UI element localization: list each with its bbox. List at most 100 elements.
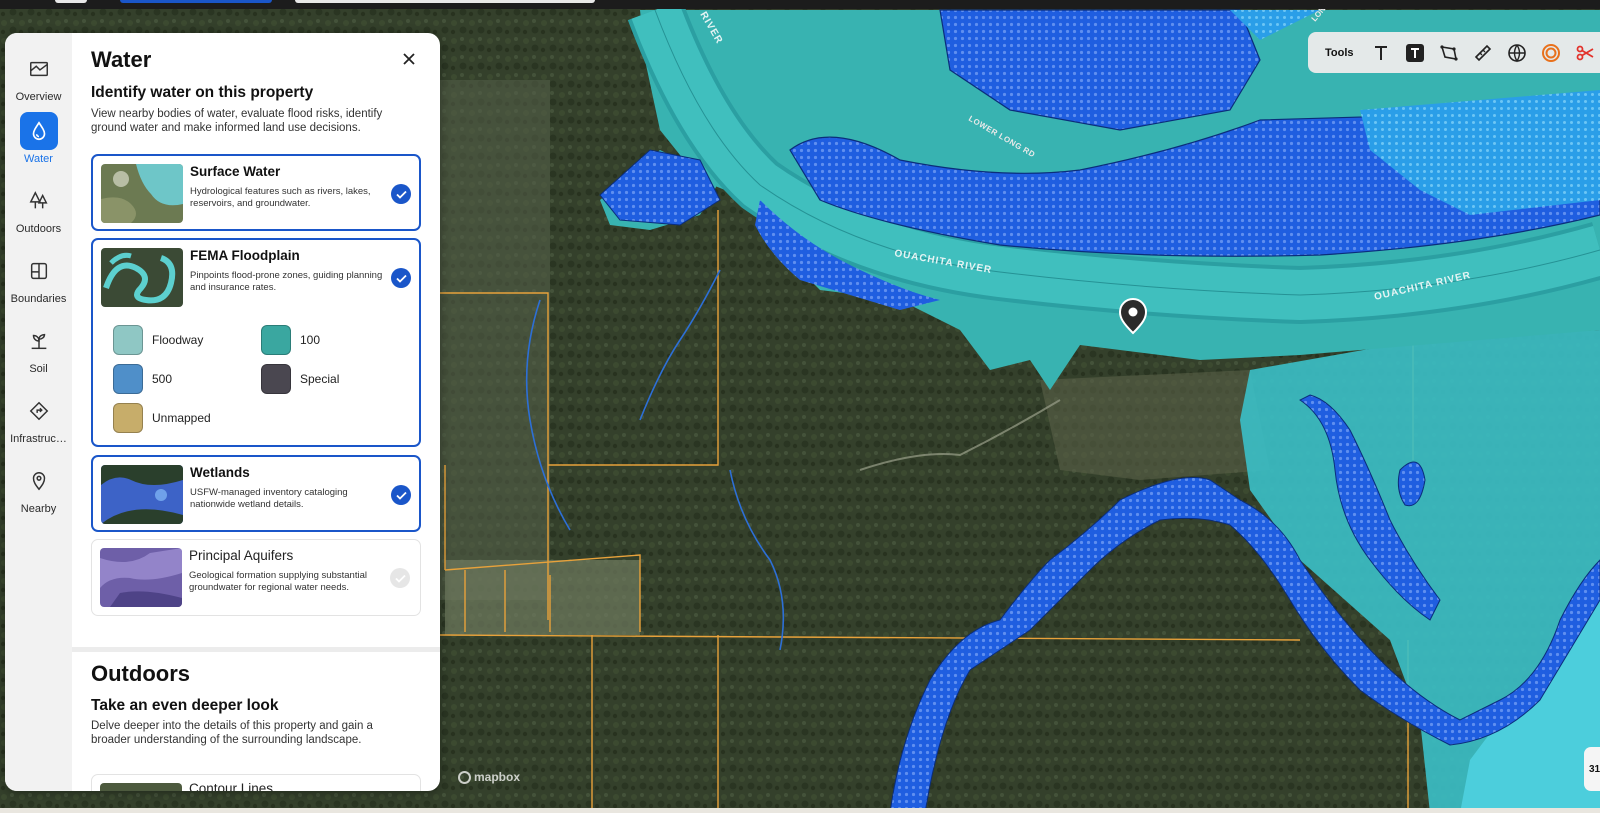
ruler-tool-button[interactable]	[1466, 36, 1500, 70]
plant-icon	[20, 322, 58, 360]
checked-icon[interactable]	[391, 268, 411, 288]
nav-label: Outdoors	[15, 223, 62, 235]
nav-item-soil[interactable]: Soil	[5, 322, 72, 384]
attribution-text: mapbox	[474, 770, 521, 784]
close-button[interactable]	[398, 48, 420, 70]
outdoors-section-heading: Take an even deeper look	[91, 697, 279, 714]
legend-label: Special	[300, 372, 340, 386]
nav-label: Soil	[29, 363, 48, 375]
text-box-icon	[1405, 43, 1424, 62]
panel-content[interactable]: Water Identify water on this property Vi…	[72, 33, 440, 791]
mapbox-attribution[interactable]: mapbox	[458, 770, 520, 784]
polygon-draw-icon	[1439, 44, 1458, 61]
layer-title: Surface Water	[190, 164, 281, 179]
panel-title: Water	[91, 47, 152, 72]
boundaries-icon	[20, 252, 58, 290]
legend-label: Floodway	[152, 333, 204, 347]
layer-title: Wetlands	[190, 465, 250, 480]
mapbox-logo-icon	[458, 770, 471, 784]
clearing	[440, 80, 550, 600]
globe-icon	[1507, 43, 1526, 62]
scissors-tool-button[interactable]	[1568, 36, 1600, 70]
section-description: View nearby bodies of water, evaluate fl…	[91, 108, 383, 134]
layer-description: Geological formation supplying substanti…	[189, 570, 367, 593]
globe-tool-button[interactable]	[1500, 36, 1534, 70]
road-sign-icon	[20, 392, 58, 430]
layer-description: Hydrological features such as rivers, la…	[190, 186, 371, 209]
trees-icon	[20, 182, 58, 220]
nav-label: Nearby	[20, 503, 57, 515]
polygon-tool-button[interactable]	[1432, 36, 1466, 70]
legend-swatch	[113, 325, 143, 355]
layer-card-principal-aquifers[interactable]: Principal Aquifers Geological formation …	[91, 539, 421, 616]
unchecked-icon[interactable]	[390, 568, 410, 588]
checked-icon[interactable]	[391, 184, 411, 204]
legend-item-floodway: Floodway	[113, 324, 203, 356]
water-drop-icon	[19, 112, 58, 150]
wetlands-thumbnail	[101, 465, 183, 524]
legend-item-100: 100	[261, 324, 320, 356]
radius-tool-button[interactable]	[1534, 36, 1568, 70]
legend-label: Unmapped	[152, 411, 211, 425]
surface-water-thumbnail	[101, 164, 183, 223]
legend-swatch	[113, 403, 143, 433]
checked-icon[interactable]	[391, 485, 411, 505]
legend-item-500: 500	[113, 363, 172, 395]
tools-label: Tools	[1325, 46, 1354, 59]
ruler-icon	[1474, 44, 1491, 61]
nav-label: Boundaries	[10, 293, 67, 305]
contour-lines-thumbnail	[100, 783, 182, 791]
nav-item-outdoors[interactable]: Outdoors	[5, 182, 72, 244]
section-heading: Identify water on this property	[91, 84, 314, 101]
nav-item-boundaries[interactable]: Boundaries	[5, 252, 72, 314]
legend-label: 100	[300, 333, 321, 347]
layer-title: FEMA Floodplain	[190, 248, 300, 263]
top-search[interactable]	[295, 0, 595, 3]
legend-item-special: Special	[261, 363, 339, 395]
water-panel: Overview Water Outdoors Boundaries Soil …	[5, 33, 440, 791]
top-tab[interactable]	[120, 0, 272, 3]
tools-toolbar: Tools	[1308, 32, 1600, 73]
nav-item-nearby[interactable]: Nearby	[5, 462, 72, 524]
legend-swatch	[261, 364, 291, 394]
text-tool-button[interactable]	[1364, 36, 1398, 70]
bottom-strip	[0, 808, 1600, 813]
map-edge-button[interactable]: 31	[1584, 747, 1600, 791]
legend-label: 500	[152, 372, 173, 386]
top-bar	[0, 0, 1600, 9]
section-divider	[72, 647, 440, 652]
nav-item-infrastructure[interactable]: Infrastruc…	[5, 392, 72, 454]
text-box-tool-button[interactable]	[1398, 36, 1432, 70]
radius-rings-icon	[1541, 43, 1560, 62]
close-icon	[403, 53, 415, 65]
layer-description: Pinpoints flood-prone zones, guiding pla…	[190, 270, 383, 293]
outdoors-section-description: Delve deeper into the details of this pr…	[91, 720, 373, 746]
nav-item-water[interactable]: Water	[5, 112, 72, 174]
nav-label: Water	[24, 153, 53, 165]
nav-item-overview[interactable]: Overview	[5, 50, 72, 112]
text-icon	[1374, 45, 1387, 60]
layer-card-wetlands[interactable]: Wetlands USFW-managed inventory catalogi…	[91, 455, 421, 532]
principal-aquifers-thumbnail	[100, 548, 182, 607]
layer-title: Contour Lines	[189, 781, 274, 791]
layer-card-surface-water[interactable]: Surface Water Hydrological features such…	[91, 154, 421, 231]
layer-title: Principal Aquifers	[189, 548, 294, 563]
nav-label: Overview	[15, 91, 62, 103]
clearing	[1040, 370, 1270, 480]
floodplain-legend: Floodway 100 500 Special Unmapped	[93, 318, 419, 440]
nav-label: Infrastruc…	[10, 433, 67, 445]
layer-description: USFW-managed inventory cataloging nation…	[190, 487, 348, 510]
layer-card-fema-floodplain[interactable]: FEMA Floodplain Pinpoints flood-prone zo…	[91, 238, 421, 447]
side-nav: Overview Water Outdoors Boundaries Soil …	[5, 33, 72, 791]
outdoors-section-title: Outdoors	[91, 661, 190, 686]
location-pin-icon	[20, 462, 58, 500]
legend-item-unmapped: Unmapped	[113, 402, 211, 434]
legend-swatch	[113, 364, 143, 394]
fema-floodplain-thumbnail	[101, 248, 183, 307]
overview-icon	[20, 50, 58, 88]
scissors-icon	[1576, 45, 1593, 60]
layer-card-contour-lines[interactable]: Contour Lines	[91, 774, 421, 791]
clearing	[445, 560, 640, 635]
top-tab[interactable]	[55, 0, 87, 3]
legend-swatch	[261, 325, 291, 355]
